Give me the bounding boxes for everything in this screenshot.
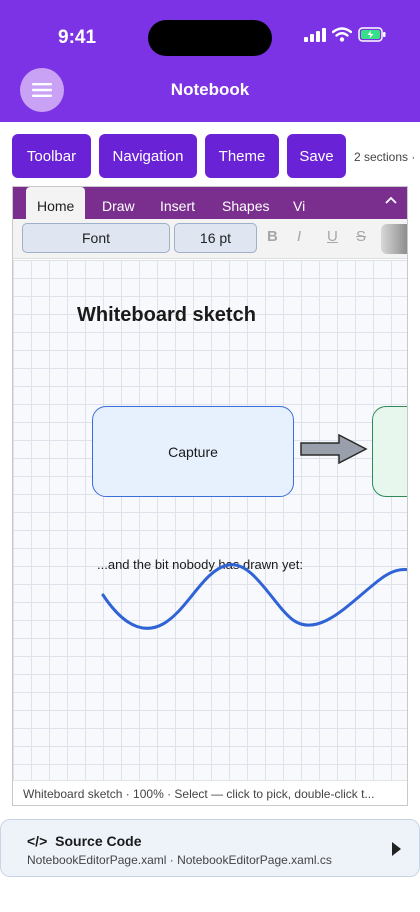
strikethrough-button[interactable]: S (356, 228, 366, 245)
save-button[interactable]: Save (287, 134, 346, 178)
bold-button[interactable]: B (267, 228, 278, 245)
battery-icon (358, 27, 386, 42)
status-time: 9:41 (58, 27, 97, 48)
capture-shape[interactable]: Capture (92, 406, 294, 497)
tab-shapes[interactable]: Shapes (211, 187, 280, 219)
underline-button[interactable]: U (327, 228, 338, 245)
code-icon: </> (27, 833, 48, 849)
wave-stroke[interactable] (93, 560, 407, 640)
font-combo[interactable]: Font (22, 223, 170, 253)
source-files: NotebookEditorPage.xaml · NotebookEditor… (27, 853, 332, 867)
toolbar: Toolbar Navigation Theme Save 2 sections… (0, 122, 420, 186)
play-icon[interactable] (392, 842, 401, 856)
source-code-label: Source Code (55, 833, 142, 849)
collapse-ribbon-icon[interactable] (385, 191, 397, 207)
wifi-icon (332, 27, 352, 42)
dynamic-island (148, 20, 272, 56)
editor-status-bar: Whiteboard sketch · 100% · Select — clic… (13, 780, 407, 805)
italic-button[interactable]: I (297, 228, 301, 245)
font-size-combo[interactable]: 16 pt (174, 223, 257, 253)
ribbon-tools: Font 16 pt B I U S (13, 219, 407, 259)
sections-count: 2 sections · (354, 150, 416, 164)
navigation-button[interactable]: Navigation (99, 134, 197, 178)
tab-home[interactable]: Home (26, 187, 86, 219)
whiteboard-canvas[interactable]: Whiteboard sketch Capture ...and the bit… (13, 260, 407, 780)
source-code-panel[interactable]: </> Source Code NotebookEditorPage.xaml … (0, 819, 420, 877)
arrow-shape[interactable] (299, 434, 369, 464)
toolbar-button[interactable]: Toolbar (12, 134, 91, 178)
page-title: Whiteboard sketch (77, 304, 256, 326)
app-title: Notebook (170, 80, 250, 99)
ribbon-scroll-indicator[interactable] (381, 224, 407, 254)
tab-insert[interactable]: Insert (149, 187, 206, 219)
tab-draw[interactable]: Draw (91, 187, 146, 219)
tab-view[interactable]: Vi (282, 187, 316, 219)
status-icons (304, 27, 386, 42)
app-header: 9:41 Notebook (0, 0, 420, 122)
theme-button[interactable]: Theme (205, 134, 279, 178)
capture-label: Capture (168, 443, 218, 460)
ribbon-tabs: Home Draw Insert Shapes Vi (13, 187, 407, 219)
signal-icon (304, 27, 326, 42)
source-code-title: </> Source Code (27, 833, 142, 849)
next-shape[interactable] (372, 406, 407, 497)
notebook-editor: Home Draw Insert Shapes Vi Font 16 pt B … (12, 186, 408, 806)
